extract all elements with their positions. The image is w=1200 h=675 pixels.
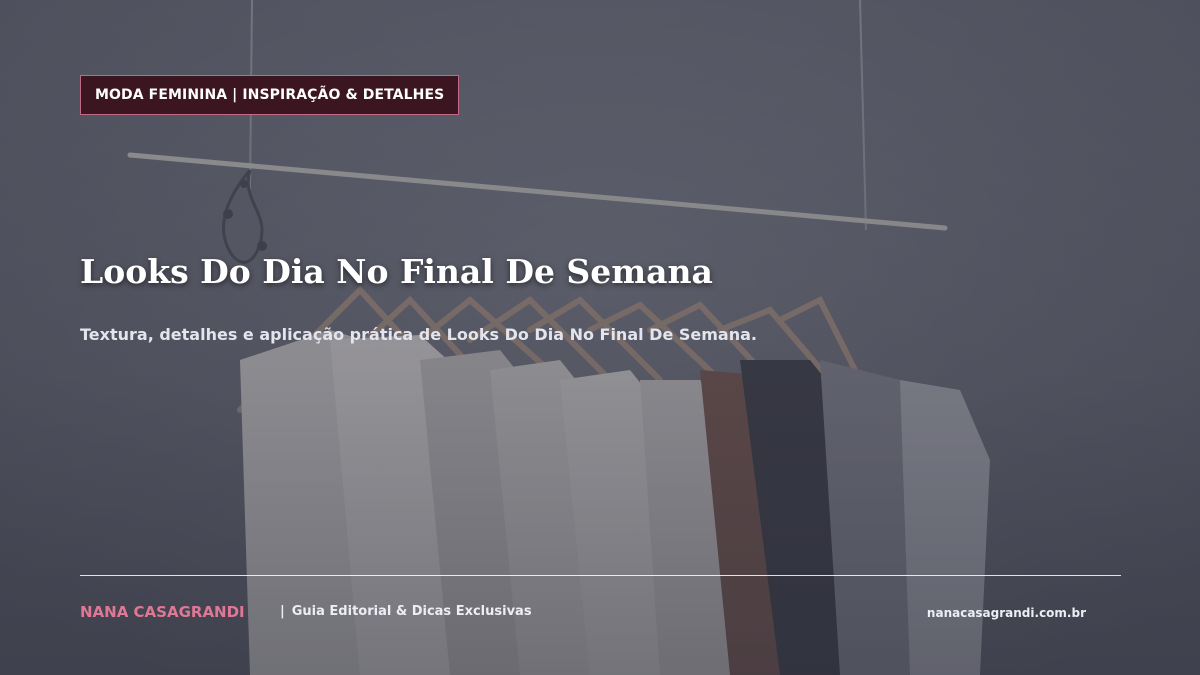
category-badge: MODA FEMININA | INSPIRAÇÃO & DETALHES: [80, 75, 460, 115]
tagline-separator: |: [280, 604, 285, 619]
tagline-text: Guia Editorial & Dicas Exclusivas: [291, 604, 532, 619]
site-url: nanacasagrandi.com.br: [926, 606, 1086, 620]
page-subtitle: Textura, detalhes e aplicação prática de…: [80, 325, 757, 344]
footer-divider: [80, 575, 1121, 576]
footer-tagline: | Guia Editorial & Dicas Exclusivas: [280, 602, 532, 622]
page-title: Looks Do Dia No Final De Semana: [80, 252, 713, 291]
brand-name: NANA CASAGRANDI: [80, 603, 245, 621]
